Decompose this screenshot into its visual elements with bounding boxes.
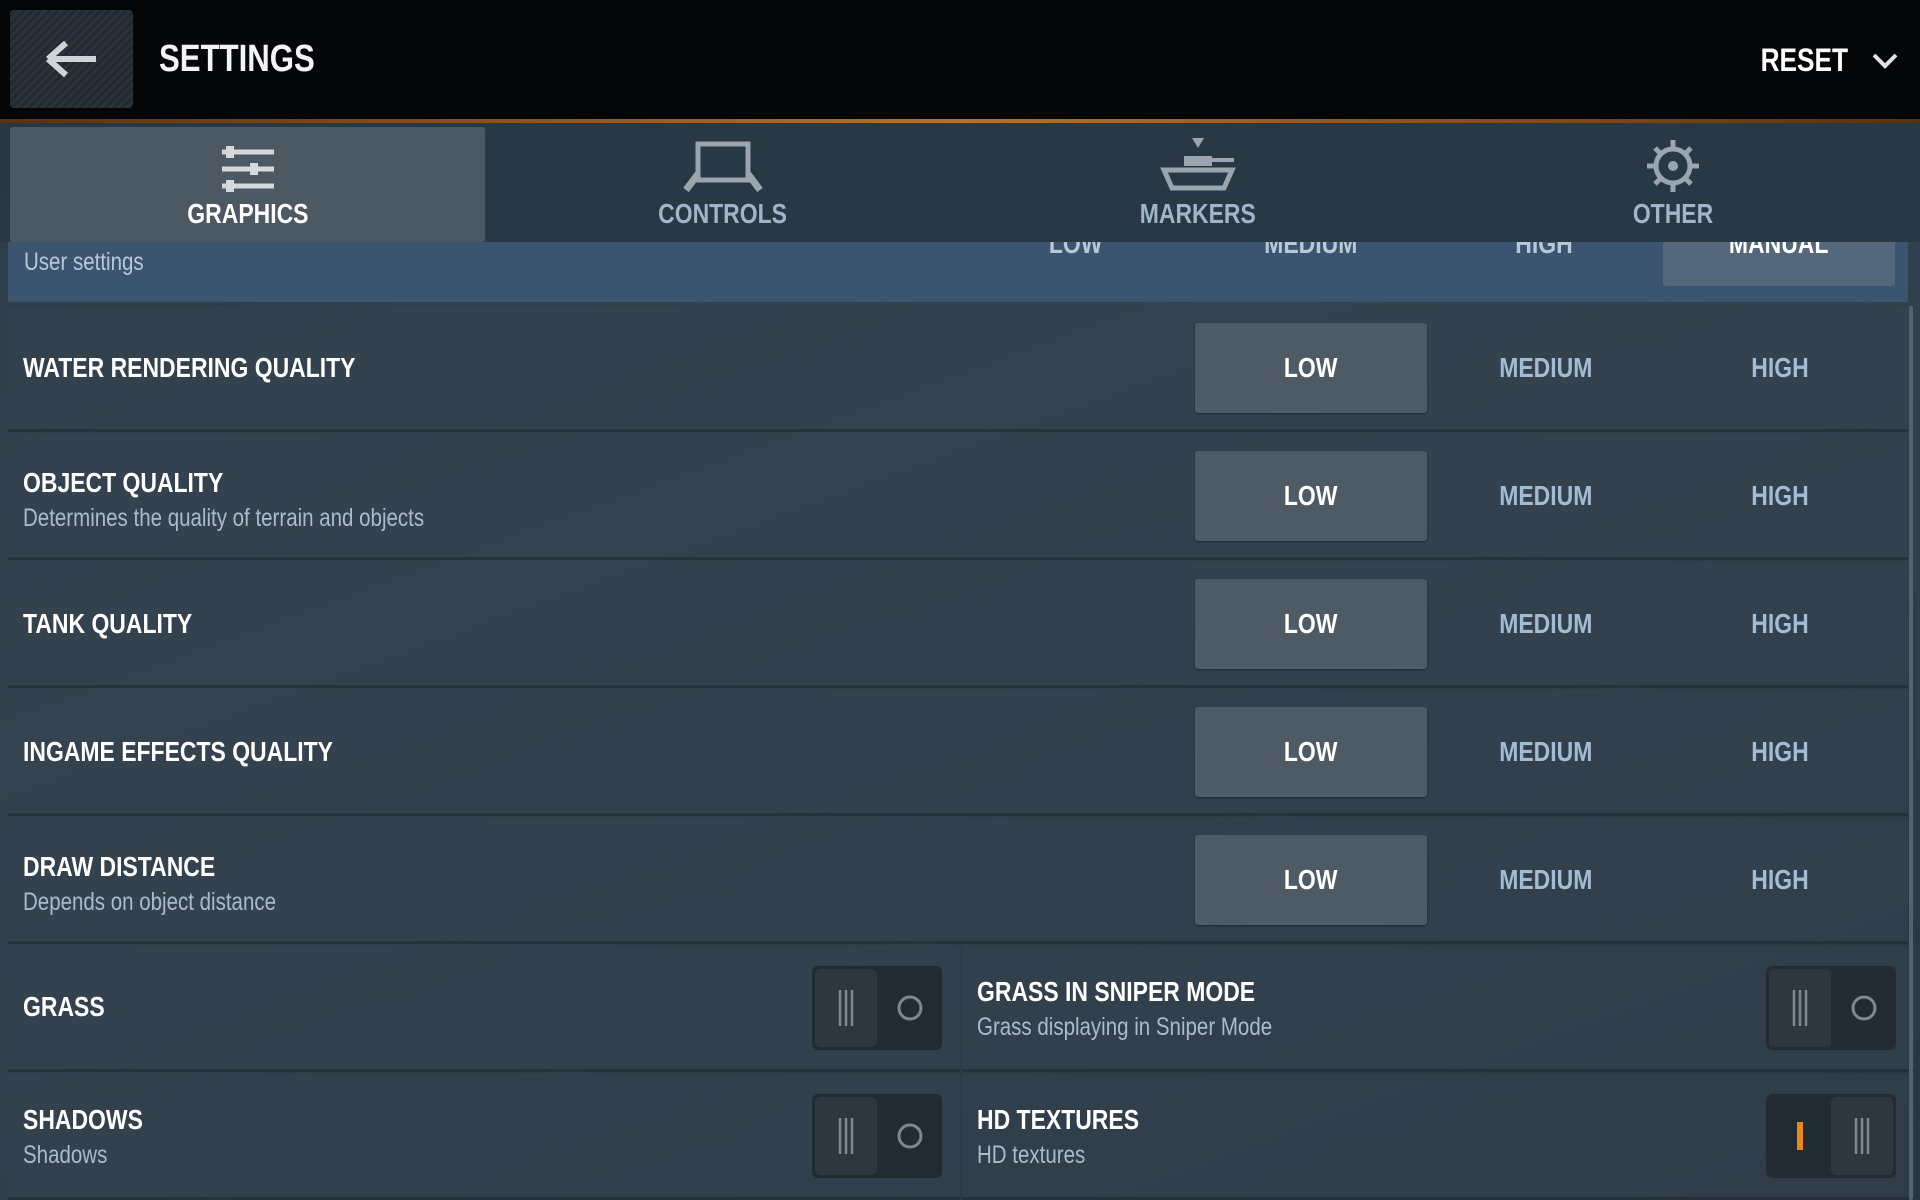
setting-description: Grass displaying in Sniper Mode [977,1013,1273,1041]
gear-icon [1646,140,1699,192]
tab-other[interactable]: OTHER [1435,127,1910,242]
option-high[interactable]: HIGH [1664,451,1896,541]
option-medium[interactable]: MEDIUM [1430,579,1662,669]
preset-medium[interactable]: MEDIUM [1211,242,1411,260]
setting-row: OBJECT QUALITY Determines the quality of … [8,434,1908,560]
arrow-left-icon [45,40,96,78]
toggle-row: HD TEXTURES HD textures [962,1074,1914,1200]
header: SETTINGS RESET [0,0,1920,120]
setting-row: INGAME EFFECTS QUALITY LOW MEDIUM HIGH [8,690,1908,816]
back-button[interactable] [10,10,133,108]
setting-description: Depends on object distance [23,888,277,916]
on-indicator-icon [1797,1122,1803,1150]
setting-description: Shadows [23,1141,108,1169]
off-indicator-icon [897,995,923,1021]
tab-markers[interactable]: MARKERS [960,127,1435,242]
option-medium[interactable]: MEDIUM [1430,707,1662,797]
toggle-switch[interactable] [1766,966,1896,1050]
preset-bar: User settings LOW MEDIUM HIGH MANUAL [8,242,1908,302]
toggle-row: GRASS IN SNIPER MODE Grass displaying in … [962,946,1914,1072]
setting-row: TANK QUALITY LOW MEDIUM HIGH [8,562,1908,688]
setting-name: TANK QUALITY [23,608,193,639]
setting-name: GRASS IN SNIPER MODE [977,976,1256,1007]
option-medium[interactable]: MEDIUM [1430,451,1662,541]
grip-icon [1792,990,1808,1026]
toggle-switch[interactable] [812,966,942,1050]
sliders-icon [221,146,274,192]
tab-controls[interactable]: CONTROLS [485,127,960,242]
option-medium[interactable]: MEDIUM [1430,323,1662,413]
chevron-down-icon [1872,53,1898,69]
reset-button[interactable]: RESET [1751,42,1898,79]
toggle-row: GRASS [8,946,960,1072]
setting-name: SHADOWS [23,1104,143,1135]
preset-high[interactable]: HIGH [1444,242,1644,260]
controls-icon [682,141,763,192]
toggle-switch[interactable] [812,1094,942,1178]
setting-row: WATER RENDERING QUALITY LOW MEDIUM HIGH [8,306,1908,432]
grip-icon [838,1118,854,1154]
setting-name: GRASS [23,991,105,1022]
toggle-switch[interactable] [1766,1094,1896,1178]
option-low[interactable]: LOW [1195,579,1427,669]
option-low[interactable]: LOW [1195,323,1427,413]
setting-name: DRAW DISTANCE [23,851,216,882]
grip-icon [838,990,854,1026]
grip-icon [1854,1118,1870,1154]
preset-low[interactable]: LOW [976,242,1176,260]
tank-marker-icon [1159,138,1236,191]
setting-description: HD textures [977,1141,1086,1169]
page-title: SETTINGS [159,38,315,80]
setting-name: HD TEXTURES [977,1104,1140,1135]
option-high[interactable]: HIGH [1664,323,1896,413]
option-medium[interactable]: MEDIUM [1430,835,1662,925]
off-indicator-icon [897,1123,923,1149]
option-low[interactable]: LOW [1195,707,1427,797]
setting-name: INGAME EFFECTS QUALITY [23,736,333,767]
setting-row: DRAW DISTANCE Depends on object distance L… [8,818,1908,944]
tab-bar: GRAPHICS CONTROLS MARKERS OTHER [0,123,1920,242]
setting-name: OBJECT QUALITY [23,467,224,498]
option-low[interactable]: LOW [1195,835,1427,925]
option-low[interactable]: LOW [1195,451,1427,541]
option-high[interactable]: HIGH [1664,579,1896,669]
toggle-row: SHADOWS Shadows [8,1074,960,1200]
option-high[interactable]: HIGH [1664,707,1896,797]
off-indicator-icon [1851,995,1877,1021]
tab-graphics[interactable]: GRAPHICS [10,127,485,242]
setting-description: Determines the quality of terrain and ob… [23,504,425,532]
scrollbar[interactable] [1909,306,1913,1200]
preset-manual[interactable]: MANUAL [1663,242,1895,286]
option-high[interactable]: HIGH [1664,835,1896,925]
preset-label: User settings [24,248,144,276]
setting-name: WATER RENDERING QUALITY [23,352,356,383]
